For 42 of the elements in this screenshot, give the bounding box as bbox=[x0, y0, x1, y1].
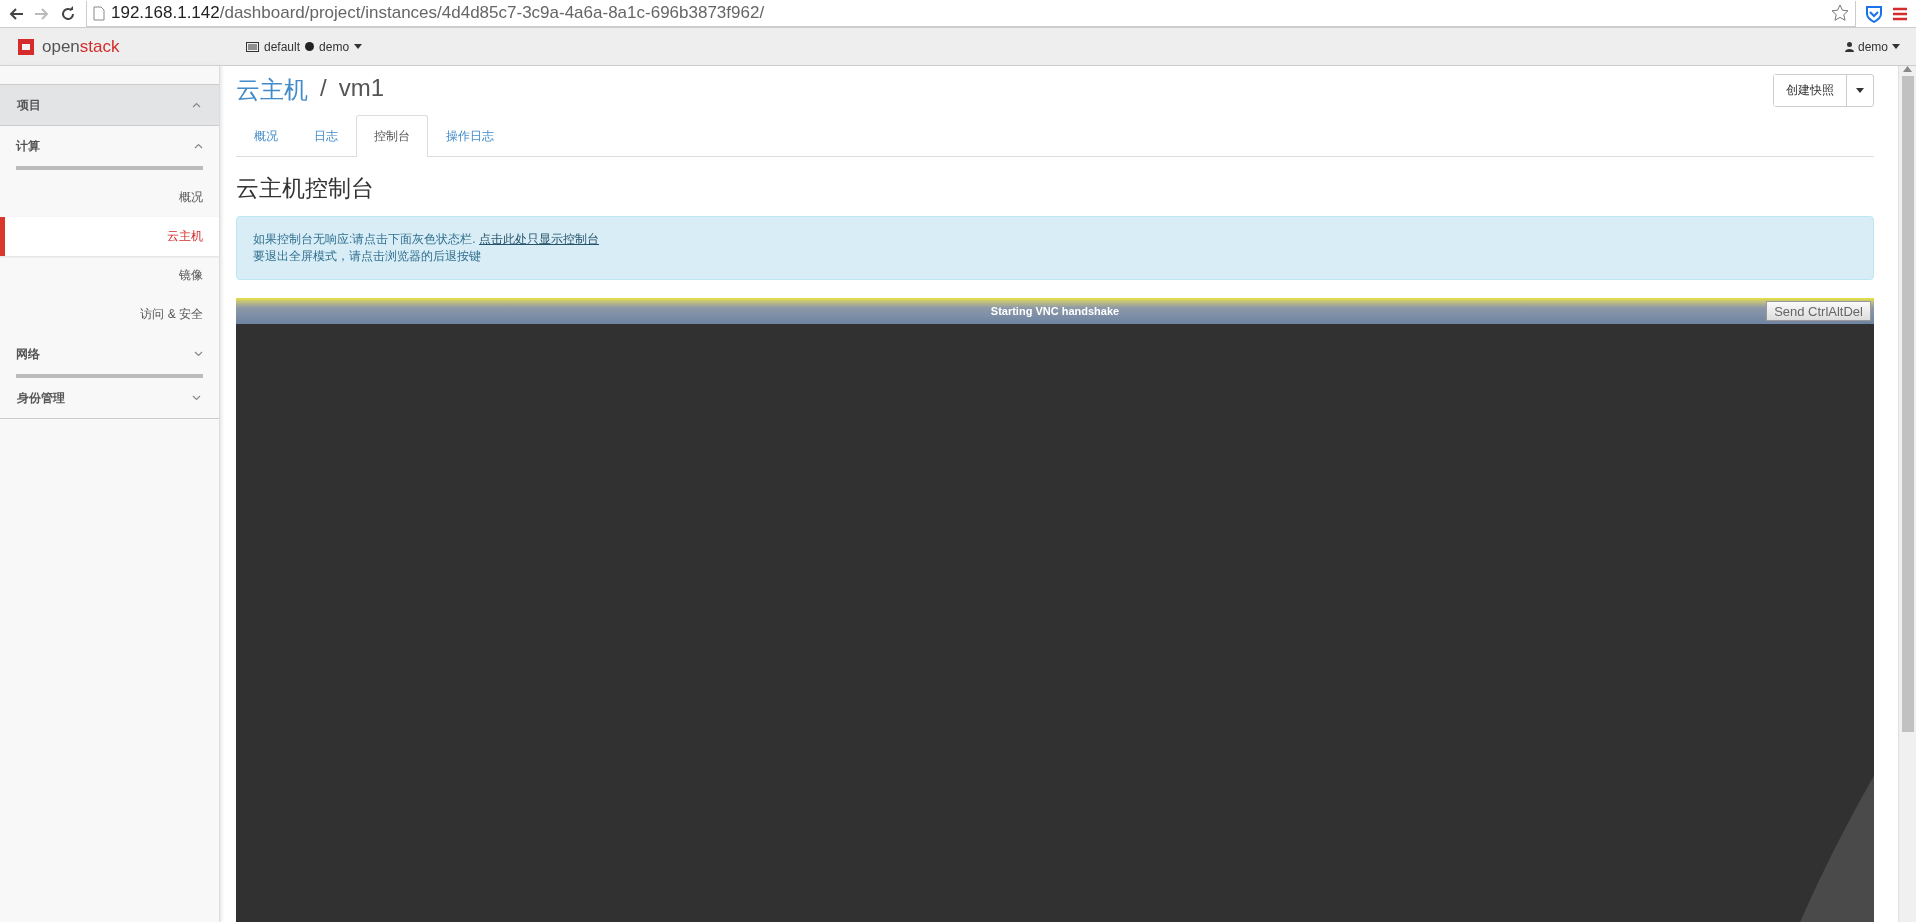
logo-icon bbox=[16, 36, 36, 57]
console-only-link[interactable]: 点击此处只显示控制台 bbox=[479, 232, 599, 246]
sidebar-section[interactable]: 项目 bbox=[0, 84, 219, 126]
alert-text: 要退出全屏模式，请点击浏览器的后退按键 bbox=[253, 248, 482, 265]
sidebar-item[interactable]: 概况 bbox=[0, 178, 219, 217]
user-menu[interactable]: demo bbox=[1844, 39, 1900, 54]
chevron-down-icon bbox=[194, 351, 203, 357]
caret-icon bbox=[354, 44, 363, 49]
chevron-up-icon bbox=[194, 143, 203, 149]
dot-icon bbox=[305, 42, 315, 51]
breadcrumb-separator: / bbox=[320, 74, 327, 103]
sidebar-group[interactable]: 计算 bbox=[16, 126, 203, 170]
star-icon[interactable] bbox=[1831, 4, 1849, 22]
tab[interactable]: 操作日志 bbox=[428, 115, 512, 157]
page-icon bbox=[93, 5, 105, 21]
project-selector[interactable]: default demo bbox=[246, 39, 363, 54]
send-ctrlaltdel-button[interactable]: Send CtrlAltDel bbox=[1766, 301, 1871, 321]
tab[interactable]: 日志 bbox=[296, 115, 356, 157]
page-title: vm1 bbox=[338, 74, 384, 103]
list-icon bbox=[246, 41, 259, 52]
chevron-up-icon bbox=[192, 102, 201, 108]
sidebar-item[interactable]: 镜像 bbox=[0, 256, 219, 295]
caret-icon bbox=[1892, 44, 1900, 49]
tab[interactable]: 控制台 bbox=[356, 115, 428, 157]
sidebar-item[interactable]: 访问 & 安全 bbox=[0, 295, 219, 334]
user-icon bbox=[1844, 41, 1854, 52]
menu-icon[interactable] bbox=[1892, 6, 1908, 21]
back-icon[interactable] bbox=[8, 6, 24, 21]
alert-text: 如果控制台无响应:请点击下面灰色状态栏. bbox=[253, 232, 476, 246]
sidebar-item[interactable]: 云主机 bbox=[0, 217, 219, 256]
reload-icon[interactable] bbox=[60, 5, 76, 22]
caret-icon bbox=[1856, 88, 1864, 93]
section-heading: 云主机控制台 bbox=[236, 174, 375, 203]
chevron-down-icon bbox=[192, 395, 201, 401]
sidebar-section[interactable]: 身份管理 bbox=[0, 378, 219, 419]
logo-text: openstack bbox=[42, 36, 120, 57]
scrollbar[interactable] bbox=[1898, 66, 1916, 922]
shield-icon[interactable] bbox=[1866, 4, 1882, 23]
console-status-bar[interactable]: Starting VNC handshake Send CtrlAltDel bbox=[236, 298, 1874, 324]
tab[interactable]: 概况 bbox=[236, 115, 296, 157]
address-bar[interactable]: 192.168.1.142/dashboard/project/instances/4d4d85c7-3c9a-4a6a-8a1c-696b3873f962/ bbox=[86, 0, 1856, 27]
breadcrumb-link[interactable]: 云主机 bbox=[236, 74, 308, 106]
